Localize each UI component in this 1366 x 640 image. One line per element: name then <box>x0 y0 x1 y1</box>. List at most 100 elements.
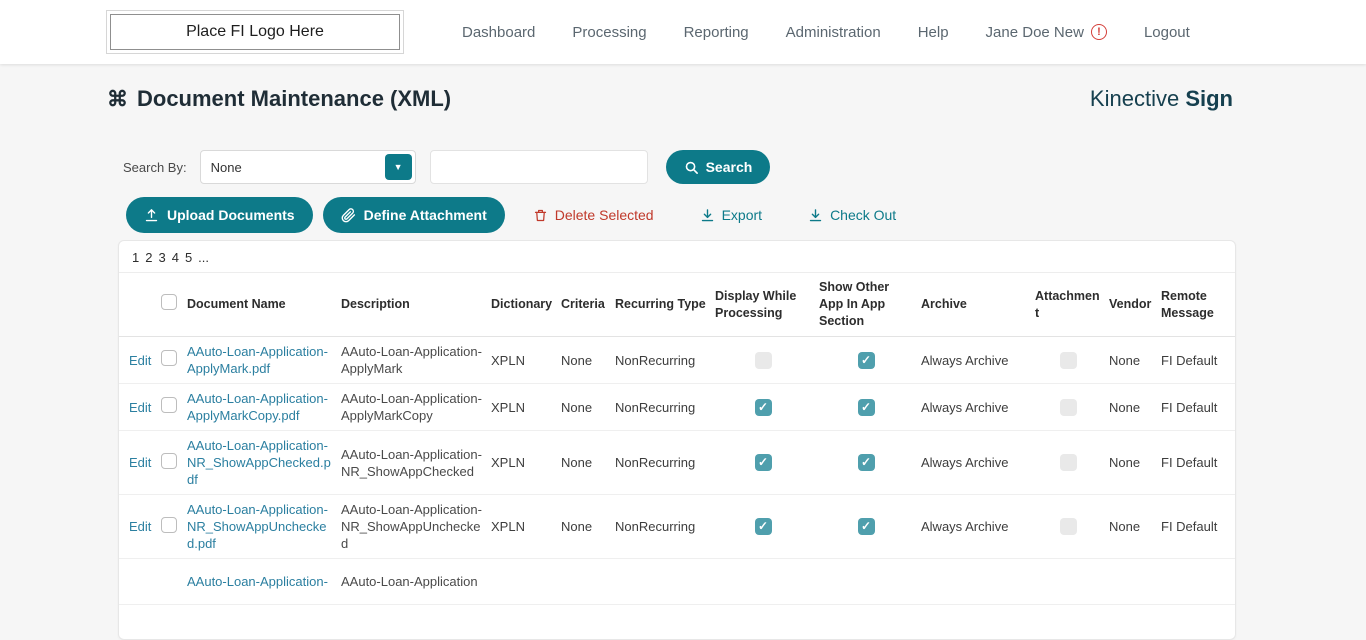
search-button-label: Search <box>705 159 753 175</box>
show-other-app-checkbox[interactable] <box>857 454 875 471</box>
document-name-link[interactable]: AAuto-Loan-Application-NR_ShowAppUncheck… <box>187 501 333 552</box>
criteria-cell: None <box>561 352 593 368</box>
description-cell: AAuto-Loan-Application-ApplyMark <box>341 344 482 376</box>
column-header-criteria: Criteria <box>561 297 605 312</box>
documents-table-card: 1 2 3 4 5 ... Document Name Description … <box>118 240 1236 640</box>
column-header-dictionary: Dictionary <box>491 297 553 312</box>
search-input[interactable] <box>429 150 648 184</box>
column-header-description: Description <box>341 297 410 312</box>
remote-message-cell: FI Default <box>1161 352 1218 368</box>
column-header-display-while-processing: Display While Processing <box>715 288 797 320</box>
nav-reporting[interactable]: Reporting <box>684 24 749 41</box>
select-all-checkbox[interactable] <box>161 294 177 311</box>
row-select-checkbox[interactable] <box>161 516 177 533</box>
document-name-link[interactable]: AAuto-Loan-Application-NR_ShowAppChecked… <box>187 437 333 488</box>
document-name-link[interactable]: AAuto-Loan-Application- <box>187 573 333 590</box>
define-attachment-button[interactable]: Define Attachment <box>322 197 505 233</box>
archive-cell: Always Archive <box>921 455 1009 470</box>
dictionary-cell: XPLN <box>491 519 525 534</box>
edit-link[interactable]: Edit <box>129 353 151 368</box>
recurring-type-cell: NonRecurring <box>615 519 696 534</box>
search-icon <box>684 160 699 175</box>
remote-message-cell: FI Default <box>1161 519 1218 534</box>
dictionary-cell: XPLN <box>491 399 525 415</box>
row-select-checkbox[interactable] <box>161 350 177 366</box>
table-row: Edit AAuto-Loan-Application-ApplyMarkCop… <box>119 384 1235 431</box>
page-title: ⌘ Document Maintenance (XML) <box>107 86 451 112</box>
edit-link[interactable]: Edit <box>129 519 151 534</box>
download-icon <box>700 208 715 223</box>
trash-icon <box>533 208 548 223</box>
row-select-checkbox[interactable] <box>161 397 177 413</box>
search-button[interactable]: Search <box>665 150 771 184</box>
vendor-cell: None <box>1109 352 1141 368</box>
attachment-checkbox[interactable] <box>1059 398 1077 416</box>
nav-user-menu[interactable]: Jane Doe New ! <box>986 24 1107 41</box>
page-header: ⌘ Document Maintenance (XML) Kinective S… <box>107 86 1233 112</box>
delete-selected-label: Delete Selected <box>554 207 654 223</box>
page-number[interactable]: 4 <box>172 250 179 265</box>
delete-selected-button[interactable]: Delete Selected <box>527 206 660 224</box>
edit-link[interactable]: Edit <box>129 455 151 470</box>
page-number[interactable]: 3 <box>158 250 165 265</box>
export-button[interactable]: Export <box>694 206 768 224</box>
search-by-select[interactable]: None ▼ <box>199 150 416 184</box>
attachment-checkbox[interactable] <box>1059 454 1077 471</box>
page-title-text: Document Maintenance (XML) <box>137 86 452 111</box>
remote-message-cell: FI Default <box>1161 455 1218 470</box>
column-header-remote-message: Remote Message <box>1161 288 1214 320</box>
vendor-cell: None <box>1109 455 1141 470</box>
check-out-label: Check Out <box>830 207 897 223</box>
column-header-show-other-app: Show Other App In App Section <box>819 280 890 328</box>
export-label: Export <box>721 207 763 223</box>
row-select-checkbox[interactable] <box>161 452 177 469</box>
pagination: 1 2 3 4 5 ... <box>119 241 1235 273</box>
brand-product: Sign <box>1185 86 1233 111</box>
description-cell: AAuto-Loan-Application-NR_ShowAppChecked <box>341 446 482 479</box>
criteria-cell: None <box>561 399 593 415</box>
attachment-checkbox[interactable] <box>1059 351 1077 369</box>
page-number[interactable]: 5 <box>185 250 192 265</box>
document-name-link[interactable]: AAuto-Loan-Application-ApplyMarkCopy.pdf <box>187 390 333 424</box>
vendor-cell: None <box>1109 519 1141 534</box>
nav-logout[interactable]: Logout <box>1144 24 1190 41</box>
upload-documents-button[interactable]: Upload Documents <box>126 197 313 233</box>
remote-message-cell: FI Default <box>1161 399 1218 415</box>
nav-help[interactable]: Help <box>918 24 949 41</box>
nav-dashboard[interactable]: Dashboard <box>462 24 535 41</box>
user-name: Jane Doe New <box>985 23 1084 41</box>
upload-documents-label: Upload Documents <box>167 207 295 223</box>
show-other-app-checkbox[interactable] <box>857 518 875 535</box>
display-while-processing-checkbox[interactable] <box>754 518 772 535</box>
document-name-link[interactable]: AAuto-Loan-Application-ApplyMark.pdf <box>187 343 333 377</box>
table-actions: Upload Documents Define Attachment Delet… <box>126 197 1366 233</box>
attachment-checkbox[interactable] <box>1059 518 1077 535</box>
page-number[interactable]: 2 <box>145 250 152 265</box>
show-other-app-checkbox[interactable] <box>857 398 875 416</box>
chevron-down-icon[interactable]: ▼ <box>384 154 412 180</box>
warning-icon: ! <box>1090 24 1107 40</box>
nav-processing[interactable]: Processing <box>572 24 646 41</box>
column-header-document-name: Document Name <box>187 297 286 312</box>
define-attachment-label: Define Attachment <box>363 207 487 223</box>
column-header-archive: Archive <box>921 297 967 312</box>
recurring-type-cell: NonRecurring <box>615 455 696 470</box>
table-row: Edit AAuto-Loan-Application-NR_ShowAppUn… <box>119 495 1235 559</box>
archive-cell: Always Archive <box>921 519 1009 534</box>
edit-link[interactable]: Edit <box>129 400 151 415</box>
dictionary-cell: XPLN <box>491 352 525 368</box>
search-bar: Search By: None ▼ Search <box>123 150 1366 184</box>
page-number[interactable]: 1 <box>132 250 139 265</box>
display-while-processing-checkbox[interactable] <box>754 454 772 471</box>
check-out-button[interactable]: Check Out <box>802 206 902 224</box>
page-ellipsis[interactable]: ... <box>198 250 209 265</box>
fi-logo-placeholder: Place FI Logo Here <box>106 10 404 54</box>
recurring-type-cell: NonRecurring <box>615 399 696 415</box>
display-while-processing-checkbox[interactable] <box>754 398 772 416</box>
table-row: AAuto-Loan-Application- AAuto-Loan-Appli… <box>119 559 1235 605</box>
vendor-cell: None <box>1109 399 1141 415</box>
archive-cell: Always Archive <box>921 399 1009 415</box>
show-other-app-checkbox[interactable] <box>857 351 875 369</box>
nav-administration[interactable]: Administration <box>786 24 881 41</box>
display-while-processing-checkbox[interactable] <box>754 351 772 369</box>
